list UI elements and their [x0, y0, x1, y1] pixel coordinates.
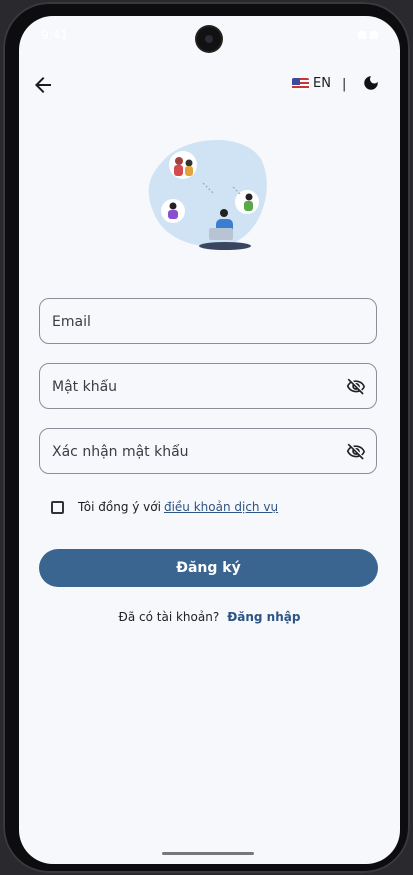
eye-off-icon[interactable] [346, 377, 366, 397]
phone-bezel: 9:41 EN | Email Tôi đồng ý với điều khoả… [3, 2, 410, 873]
eye-off-icon[interactable] [346, 442, 366, 462]
status-icons [358, 31, 378, 39]
terms-link[interactable]: điều khoản dịch vụ [164, 500, 278, 514]
status-bar: 9:41 [19, 16, 400, 56]
home-indicator[interactable] [162, 852, 254, 855]
language-code: EN [313, 76, 331, 91]
status-time: 9:41 [41, 28, 68, 42]
have-account-text: Đã có tài khoản? [118, 610, 220, 624]
login-prompt: Đã có tài khoản? Đăng nhập [19, 610, 400, 624]
login-link[interactable]: Đăng nhập [227, 610, 300, 624]
email-input[interactable] [50, 299, 334, 345]
email-field[interactable] [39, 298, 377, 345]
front-camera [197, 27, 221, 51]
app-screen: 9:41 EN | Email Tôi đồng ý với điều khoả… [19, 16, 400, 864]
terms-row: Tôi đồng ý với điều khoản dịch vụ [51, 500, 278, 514]
moon-icon[interactable] [362, 74, 380, 92]
wifi-icon [358, 31, 366, 39]
back-arrow-icon[interactable] [31, 73, 55, 97]
password-input[interactable] [50, 364, 334, 410]
header-separator: | [342, 77, 347, 92]
hero-illustration [148, 140, 267, 250]
language-selector[interactable]: EN [292, 76, 331, 91]
confirm-password-field[interactable] [39, 428, 377, 475]
us-flag-icon [292, 77, 309, 90]
battery-icon [370, 31, 378, 39]
password-field[interactable] [39, 363, 377, 410]
terms-prefix: Tôi đồng ý với [78, 500, 161, 514]
confirm-password-input[interactable] [50, 429, 334, 475]
terms-checkbox[interactable] [51, 500, 64, 514]
register-button[interactable]: Đăng ký [39, 549, 378, 587]
